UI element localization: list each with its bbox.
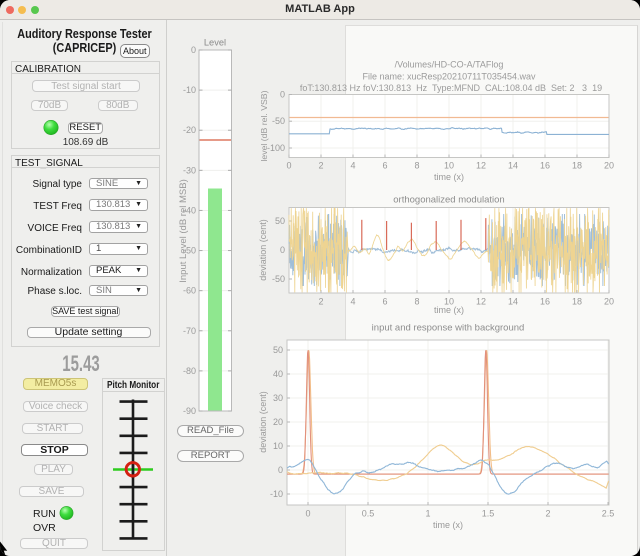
svg-text:0: 0: [286, 161, 291, 171]
svg-text:16: 16: [540, 161, 550, 171]
svg-text:0: 0: [191, 45, 196, 55]
svg-text:50: 50: [275, 216, 285, 226]
svg-text:6: 6: [382, 161, 387, 171]
svg-text:-20: -20: [183, 125, 196, 135]
svg-text:Input Level (dB rel MSB): Input Level (dB rel MSB): [178, 179, 189, 283]
svg-text:-100: -100: [267, 143, 285, 153]
svg-text:0: 0: [280, 90, 285, 100]
svg-text:level (dB rel. VSB): level (dB rel. VSB): [259, 90, 269, 161]
svg-text:-30: -30: [183, 165, 196, 175]
svg-text:2: 2: [545, 509, 550, 519]
svg-text:0.5: 0.5: [362, 509, 375, 519]
svg-text:0: 0: [305, 509, 310, 519]
svg-text:20: 20: [604, 297, 614, 307]
svg-text:18: 18: [572, 161, 582, 171]
svg-text:0: 0: [280, 245, 285, 255]
svg-text:File name: xucResp20210711T035: File name: xucResp20210711T035454.wav: [363, 72, 536, 82]
svg-text:16: 16: [540, 297, 550, 307]
svg-text:-10: -10: [270, 489, 283, 499]
svg-text:1: 1: [425, 509, 430, 519]
svg-text:14: 14: [508, 161, 518, 171]
svg-text:12: 12: [476, 297, 486, 307]
svg-text:20: 20: [273, 417, 283, 427]
svg-text:orthogonalized modulation: orthogonalized modulation: [393, 195, 504, 206]
svg-text:-60: -60: [183, 286, 196, 296]
svg-text:20: 20: [604, 161, 614, 171]
svg-text:8: 8: [414, 161, 419, 171]
svg-text:-50: -50: [272, 274, 285, 284]
svg-text:2: 2: [318, 161, 323, 171]
svg-text:2: 2: [318, 297, 323, 307]
svg-text:-90: -90: [183, 406, 196, 416]
svg-text:4: 4: [350, 297, 355, 307]
svg-text:-10: -10: [183, 85, 196, 95]
svg-text:6: 6: [382, 297, 387, 307]
svg-text:40: 40: [273, 369, 283, 379]
svg-text:time (x): time (x): [434, 305, 464, 315]
svg-text:-70: -70: [183, 326, 196, 336]
svg-text:10: 10: [444, 161, 454, 171]
svg-text:12: 12: [476, 161, 486, 171]
svg-text:-80: -80: [183, 366, 196, 376]
svg-text:input and response with backgr: input and response with background: [372, 323, 525, 334]
svg-text:50: 50: [273, 345, 283, 355]
svg-text:-50: -50: [272, 116, 285, 126]
svg-text:10: 10: [273, 441, 283, 451]
svg-text:time (x): time (x): [434, 172, 464, 182]
svg-text:30: 30: [273, 393, 283, 403]
svg-text:/Volumes/HD-CO-A/TAFlog: /Volumes/HD-CO-A/TAFlog: [395, 60, 504, 70]
svg-text:4: 4: [350, 161, 355, 171]
svg-text:foT:130.813 Hz foV:130.813 Hz: foT:130.813 Hz foV:130.813 Hz Type:MFND …: [300, 83, 602, 93]
svg-text:Level: Level: [204, 38, 226, 48]
svg-text:8: 8: [414, 297, 419, 307]
svg-text:1.5: 1.5: [482, 509, 495, 519]
svg-text:deviation (cent): deviation (cent): [258, 391, 268, 453]
svg-text:18: 18: [572, 297, 582, 307]
svg-text:0: 0: [278, 465, 283, 475]
svg-text:deviation (cent): deviation (cent): [258, 219, 268, 281]
svg-text:14: 14: [508, 297, 518, 307]
svg-text:2.5: 2.5: [602, 509, 615, 519]
svg-text:time (x): time (x): [433, 520, 463, 530]
